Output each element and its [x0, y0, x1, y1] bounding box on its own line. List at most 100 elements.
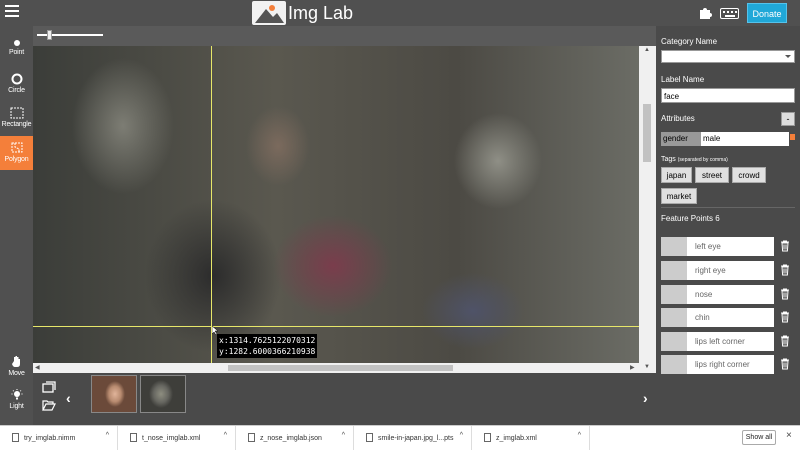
scroll-down-icon[interactable]: ▼	[644, 364, 650, 370]
tag-chip[interactable]: japan	[661, 167, 692, 183]
scroll-up-icon[interactable]: ▲	[644, 47, 650, 53]
image-canvas[interactable]: x:1314.7625122070312 y:1282.600036621093…	[33, 26, 656, 373]
feature-point-name[interactable]: nose	[687, 285, 774, 304]
feature-points-label: Feature Points	[661, 214, 714, 223]
label-name-input[interactable]: face	[661, 88, 795, 103]
chevron-up-icon[interactable]: ^	[106, 432, 109, 439]
download-item[interactable]: smile-in-japan.jpg_l...pts ^	[354, 426, 472, 450]
vertical-scrollbar-thumb[interactable]	[643, 104, 651, 162]
app-header: Img Lab Donate	[0, 0, 800, 26]
tool-rectangle-label: Rectangle	[1, 121, 32, 128]
hamburger-icon[interactable]	[5, 5, 19, 19]
file-icon	[130, 433, 137, 442]
trash-icon[interactable]	[780, 358, 790, 370]
tool-polygon-label: Polygon	[4, 156, 29, 163]
download-item[interactable]: t_nose_imglab.xml ^	[118, 426, 236, 450]
label-panel: Category Name Label Name face Attributes…	[656, 26, 800, 425]
image-gallery-icon[interactable]	[42, 381, 56, 393]
feature-point-color	[661, 261, 687, 280]
feature-points-count: 6	[715, 214, 720, 223]
trash-icon[interactable]	[780, 264, 790, 276]
tool-point[interactable]: Point	[0, 34, 33, 68]
light-icon	[11, 389, 22, 400]
annotated-photo[interactable]	[33, 46, 639, 373]
feature-point-color	[661, 285, 687, 304]
tool-polygon[interactable]: Polygon	[0, 136, 33, 170]
logo-mountain-icon	[255, 5, 284, 23]
feature-point-name[interactable]: lips right corner	[687, 355, 774, 374]
attribute-value-field[interactable]: male	[701, 132, 789, 146]
feature-point-row: left eye	[661, 237, 795, 256]
lock-icon[interactable]	[790, 134, 795, 140]
image-thumbnail[interactable]	[140, 375, 186, 413]
chevron-up-icon[interactable]: ^	[224, 432, 227, 439]
download-item[interactable]: try_imglab.nimm ^	[0, 426, 118, 450]
download-bar: try_imglab.nimm ^ t_nose_imglab.xml ^ z_…	[0, 425, 800, 450]
logo-icon	[252, 1, 286, 25]
download-filename: z_nose_imglab.json	[260, 435, 322, 442]
polygon-icon	[11, 142, 22, 153]
tag-chip[interactable]: market	[661, 188, 697, 204]
feature-point-color	[661, 332, 687, 351]
trash-icon[interactable]	[780, 288, 790, 300]
folder-open-icon[interactable]	[42, 399, 56, 411]
keyboard-icon[interactable]	[720, 8, 739, 19]
chevron-down-icon	[785, 55, 791, 58]
tool-circle[interactable]: Circle	[0, 68, 33, 102]
panel-divider	[661, 207, 795, 208]
zoom-slider-handle[interactable]	[47, 30, 52, 40]
trash-icon[interactable]	[780, 311, 790, 323]
feature-point-name[interactable]: lips left corner	[687, 332, 774, 351]
app-root: Img Lab Donate Point Circle Rectangle Po…	[0, 0, 800, 450]
app-title: Img Lab	[288, 3, 354, 23]
tag-chip[interactable]: crowd	[732, 167, 766, 183]
tags-label-text: Tags	[661, 156, 676, 163]
scroll-left-icon[interactable]: ◀	[35, 364, 40, 371]
feature-point-name[interactable]: right eye	[687, 261, 774, 280]
attributes-label: Attributes	[661, 114, 695, 123]
trash-icon[interactable]	[780, 335, 790, 347]
tag-chip[interactable]: street	[695, 167, 729, 183]
download-item[interactable]: z_nose_imglab.json ^	[236, 426, 354, 450]
show-all-button[interactable]: Show all	[742, 430, 776, 445]
tags-hint: (separated by comma)	[677, 157, 728, 163]
crosshair-vertical	[211, 46, 212, 373]
download-filename: z_imglab.xml	[496, 435, 537, 442]
feature-point-row: right eye	[661, 261, 795, 280]
image-thumbnail[interactable]	[91, 375, 137, 413]
feature-point-row: lips right corner	[661, 355, 795, 374]
feature-point-name[interactable]: left eye	[687, 237, 774, 256]
attributes-toggle-button[interactable]: -	[781, 112, 795, 126]
close-icon[interactable]: ×	[786, 430, 792, 441]
chevron-up-icon[interactable]: ^	[460, 432, 463, 439]
tags-label: Tags (separated by comma)	[661, 156, 728, 163]
feature-point-row: nose	[661, 285, 795, 304]
horizontal-scrollbar-thumb[interactable]	[228, 365, 453, 371]
download-item[interactable]: z_imglab.xml ^	[472, 426, 590, 450]
coord-x: x:1314.7625122070312	[219, 336, 316, 345]
label-name-label: Label Name	[661, 75, 705, 84]
attribute-key-field[interactable]: gender	[661, 132, 701, 146]
point-icon	[13, 40, 20, 46]
thumbnail-prev-icon[interactable]: ‹	[66, 390, 71, 406]
feature-point-name[interactable]: chin	[687, 308, 774, 327]
scroll-right-icon[interactable]: ▶	[630, 364, 635, 371]
file-icon	[484, 433, 491, 442]
file-icon	[12, 433, 19, 442]
category-name-label: Category Name	[661, 37, 718, 46]
circle-icon	[11, 73, 22, 85]
vertical-scrollbar[interactable]: ▲ ▼	[639, 46, 656, 373]
trash-icon[interactable]	[780, 240, 790, 252]
tool-light[interactable]: Light	[0, 384, 33, 418]
feature-point-row: chin	[661, 308, 795, 327]
chevron-up-icon[interactable]: ^	[342, 432, 345, 439]
file-icon	[248, 433, 255, 442]
category-select[interactable]	[661, 50, 795, 63]
puzzle-icon[interactable]	[699, 6, 712, 20]
thumbnail-next-icon[interactable]: ›	[643, 390, 648, 406]
donate-button[interactable]: Donate	[747, 3, 787, 23]
tool-rectangle[interactable]: Rectangle	[0, 102, 33, 136]
tool-move[interactable]: Move	[0, 350, 33, 384]
horizontal-scrollbar[interactable]: ◀ ▶	[33, 363, 639, 373]
chevron-up-icon[interactable]: ^	[578, 432, 581, 439]
